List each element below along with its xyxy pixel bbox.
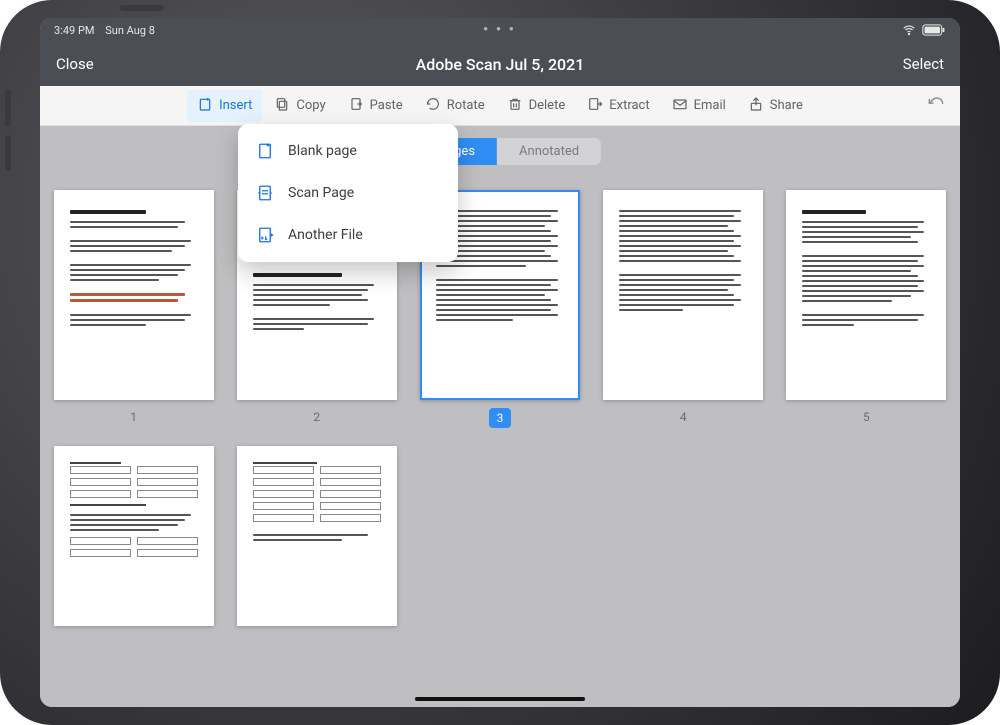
toolbar-extract-label: Extract <box>609 98 649 113</box>
toolbar-email[interactable]: Email <box>662 90 736 122</box>
toolbar-delete[interactable]: Delete <box>497 90 576 122</box>
menu-another-file-label: Another File <box>288 227 363 243</box>
insert-icon <box>197 96 213 116</box>
page-5-number: 5 <box>853 408 880 426</box>
volume-down-hw <box>5 135 11 171</box>
pdf-file-icon <box>256 226 274 244</box>
toolbar-share[interactable]: Share <box>738 90 813 122</box>
toolbar-extract[interactable]: Extract <box>577 90 659 122</box>
toolbar: Insert Copy Paste Rotate Delete <box>40 86 960 126</box>
status-date: Sun Aug 8 <box>105 24 155 37</box>
page-6-thumb[interactable] <box>54 446 214 626</box>
email-icon <box>672 96 688 116</box>
page-5: 5 <box>785 190 948 428</box>
select-button[interactable]: Select <box>903 55 944 73</box>
page-3-number: 3 <box>489 408 512 428</box>
page-7 <box>235 446 398 626</box>
document-title: Adobe Scan Jul 5, 2021 <box>416 55 585 74</box>
page-1-number: 1 <box>120 408 147 426</box>
status-bar: 3:49 PM Sun Aug 8 ● ● ● <box>40 18 960 42</box>
power-hw <box>120 5 164 11</box>
menu-scan-page[interactable]: Scan Page <box>238 172 458 214</box>
toolbar-insert-label: Insert <box>219 98 252 113</box>
menu-scan-page-label: Scan Page <box>288 185 354 201</box>
menu-another-file[interactable]: Another File <box>238 214 458 256</box>
scan-page-icon <box>256 184 274 202</box>
toolbar-rotate[interactable]: Rotate <box>415 90 495 122</box>
filter-annotated[interactable]: Annotated <box>497 138 601 165</box>
toolbar-email-label: Email <box>694 98 726 113</box>
multitask-dots[interactable]: ● ● ● <box>483 24 516 33</box>
toolbar-copy[interactable]: Copy <box>264 90 335 122</box>
status-left: 3:49 PM Sun Aug 8 <box>54 24 163 37</box>
toolbar-delete-label: Delete <box>529 98 566 113</box>
page-6 <box>52 446 215 626</box>
home-indicator[interactable] <box>415 697 585 701</box>
blank-page-icon <box>256 142 274 160</box>
nav-bar: Close Adobe Scan Jul 5, 2021 Select <box>40 42 960 86</box>
page-4: 4 <box>602 190 765 428</box>
page-organizer: All Pages Annotated Blank page Scan Page… <box>40 126 960 707</box>
undo-button[interactable] <box>926 94 946 118</box>
copy-icon <box>274 96 290 116</box>
close-button[interactable]: Close <box>56 55 94 73</box>
page-4-thumb[interactable] <box>603 190 763 400</box>
page-1-thumb[interactable] <box>54 190 214 400</box>
screen: 3:49 PM Sun Aug 8 ● ● ● Close Adobe Scan… <box>40 18 960 707</box>
share-icon <box>748 96 764 116</box>
page-7-thumb[interactable] <box>237 446 397 626</box>
battery-icon <box>922 24 946 36</box>
menu-blank-page[interactable]: Blank page <box>238 130 458 172</box>
menu-blank-page-label: Blank page <box>288 143 357 159</box>
volume-up-hw <box>5 90 11 126</box>
toolbar-copy-label: Copy <box>296 98 325 113</box>
status-time: 3:49 PM <box>54 24 94 37</box>
page-2-number: 2 <box>303 408 330 426</box>
insert-menu: Blank page Scan Page Another File <box>238 124 458 262</box>
extract-icon <box>587 96 603 116</box>
ipad-frame: 3:49 PM Sun Aug 8 ● ● ● Close Adobe Scan… <box>0 0 1000 725</box>
toolbar-insert[interactable]: Insert <box>187 90 262 122</box>
status-right <box>902 23 946 37</box>
page-4-number: 4 <box>670 408 697 426</box>
toolbar-rotate-label: Rotate <box>447 98 485 113</box>
paste-icon <box>348 96 364 116</box>
page-grid: 1 2 <box>40 140 960 646</box>
wifi-icon <box>902 23 916 37</box>
toolbar-paste-label: Paste <box>370 98 403 113</box>
toolbar-paste[interactable]: Paste <box>338 90 413 122</box>
page-1: 1 <box>52 190 215 428</box>
toolbar-share-label: Share <box>770 98 803 113</box>
page-5-thumb[interactable] <box>786 190 946 400</box>
rotate-icon <box>425 96 441 116</box>
delete-icon <box>507 96 523 116</box>
